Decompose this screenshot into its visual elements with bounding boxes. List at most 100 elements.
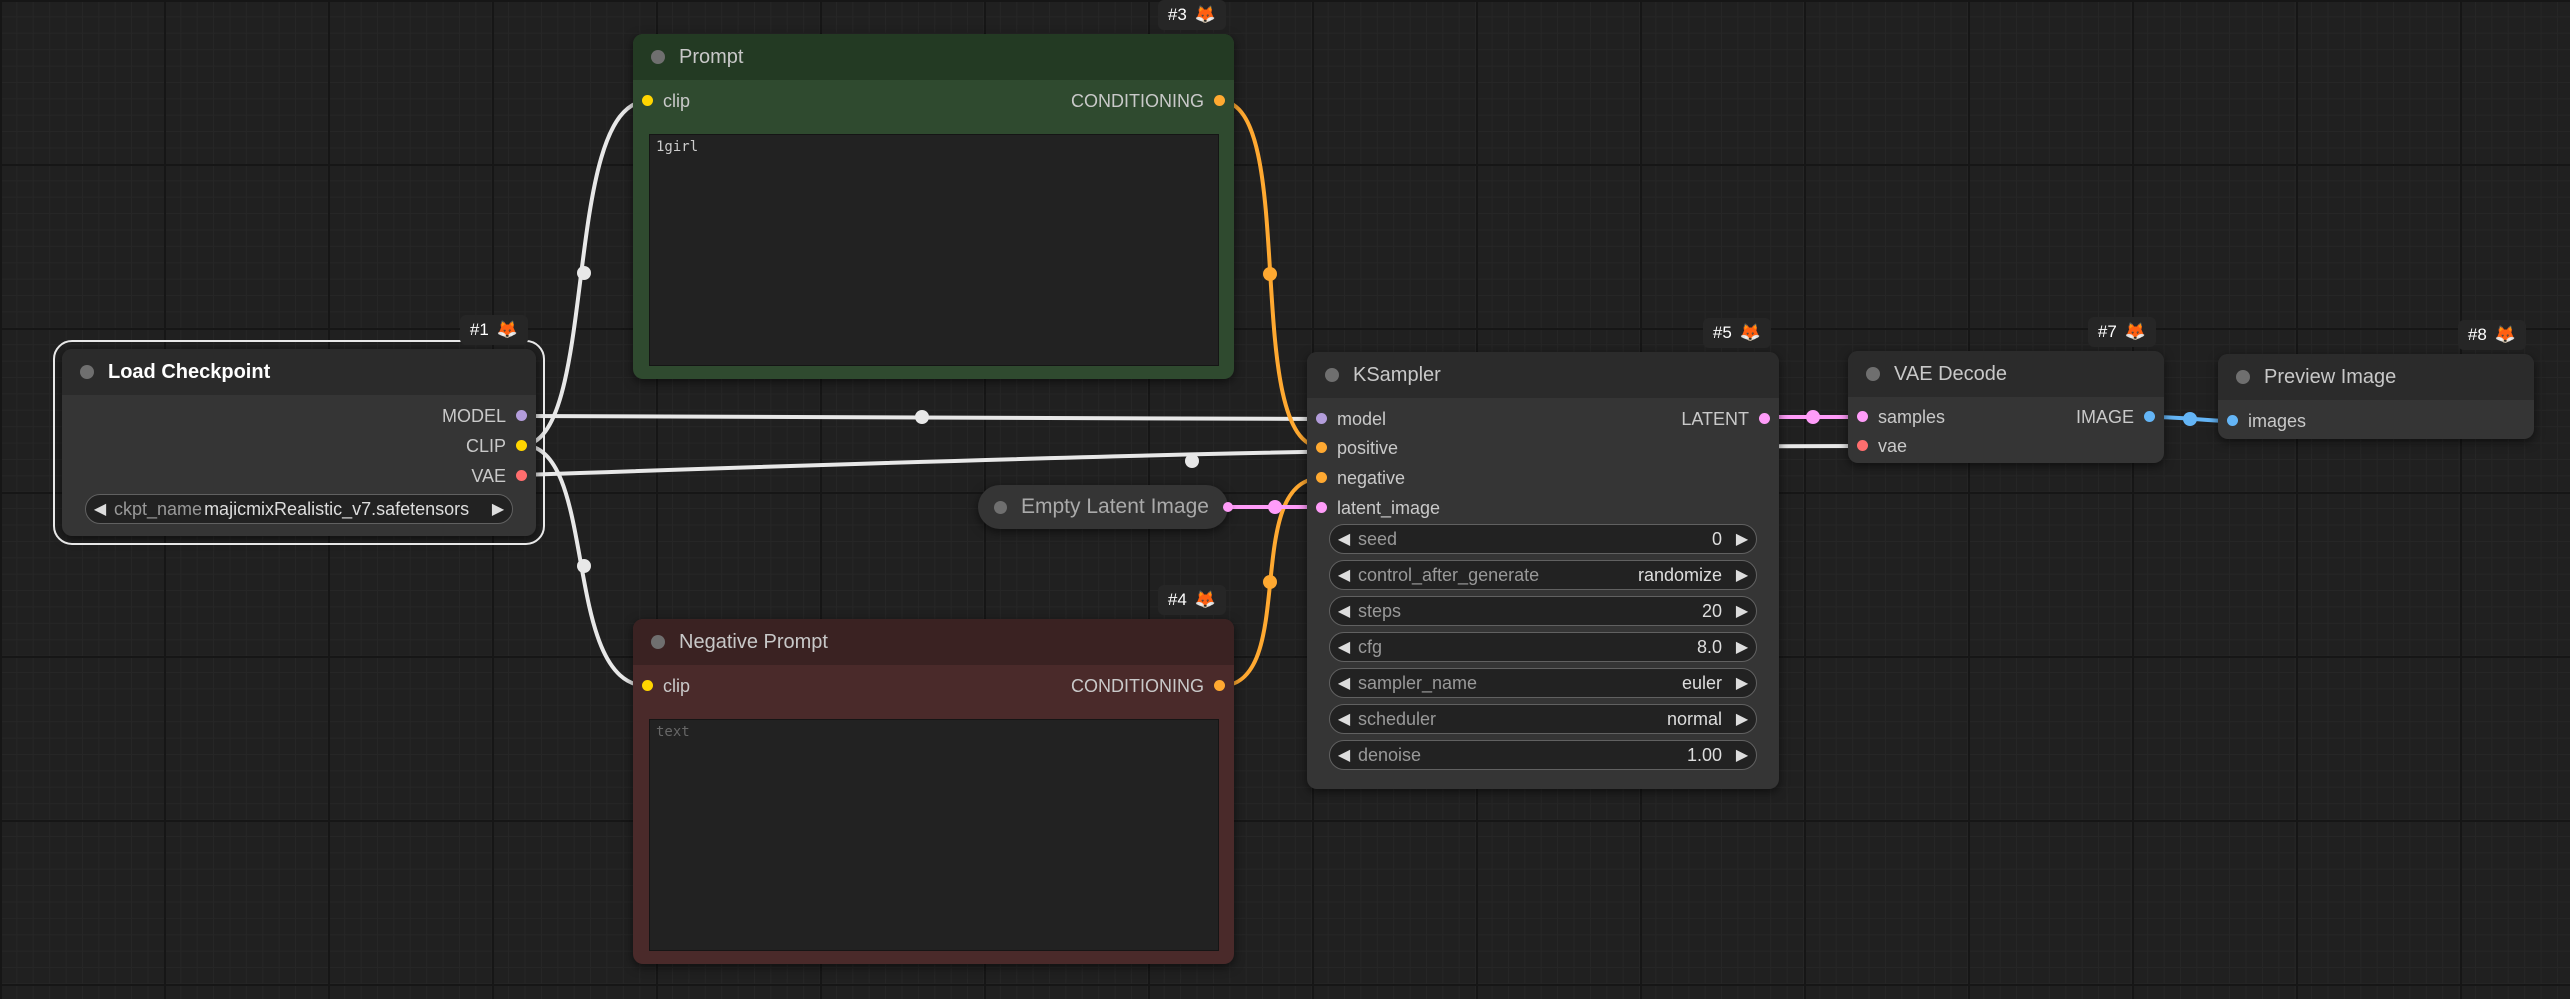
input-slot-images[interactable]: images xyxy=(2227,411,2306,432)
wire-latent-midpoint[interactable] xyxy=(1806,410,1820,424)
control-after-generate-widget[interactable]: ◀ control_after_generate randomize ▶ xyxy=(1329,560,1757,590)
node-title-bar[interactable]: VAE Decode xyxy=(1848,351,2164,397)
input-slot-samples[interactable]: samples xyxy=(1857,407,1946,428)
output-slot-conditioning[interactable]: CONDITIONING xyxy=(1071,91,1225,112)
left-arrow-icon[interactable]: ◀ xyxy=(1330,601,1358,621)
output-slot-latent[interactable]: LATENT xyxy=(1681,409,1770,430)
input-slot-clip[interactable]: clip xyxy=(642,91,690,112)
slot-dot-icon[interactable] xyxy=(1316,472,1327,483)
right-arrow-icon[interactable]: ▶ xyxy=(1728,529,1756,549)
node-negative-prompt[interactable]: #4 🦊 Negative Prompt clip CONDITIONING te… xyxy=(633,585,1234,964)
slot-dot-icon[interactable] xyxy=(516,470,527,481)
output-slot-image[interactable]: IMAGE xyxy=(2076,407,2155,428)
node-id: #3 xyxy=(1167,5,1187,24)
node-preview-image[interactable]: #8 🦊 Preview Image images xyxy=(2218,320,2534,439)
left-arrow-icon[interactable]: ◀ xyxy=(1330,745,1358,765)
slot-dot-icon[interactable] xyxy=(1857,411,1868,422)
node-empty-latent-image[interactable]: Empty Latent Image xyxy=(978,485,1233,529)
node-prompt[interactable]: #3 🦊 Prompt clip CONDITIONING 1girl xyxy=(633,0,1234,379)
node-badge: #3 🦊 xyxy=(1157,0,1226,30)
input-slot-vae[interactable]: vae xyxy=(1857,436,1907,457)
input-slot-clip[interactable]: clip xyxy=(642,676,691,697)
slot-dot-icon[interactable] xyxy=(1214,680,1225,691)
wire-image-midpoint[interactable] xyxy=(2183,412,2197,426)
collapse-dot-icon[interactable] xyxy=(1866,367,1880,381)
slot-dot-icon[interactable] xyxy=(642,680,653,691)
slot-label: clip xyxy=(663,676,691,696)
right-arrow-icon[interactable]: ▶ xyxy=(1728,745,1756,765)
wire-clip-prompt[interactable] xyxy=(521,99,649,447)
right-arrow-icon[interactable]: ▶ xyxy=(1728,709,1756,729)
slot-dot-icon[interactable] xyxy=(1316,413,1327,424)
left-arrow-icon[interactable]: ◀ xyxy=(1330,529,1358,549)
slot-dot-icon[interactable] xyxy=(2144,411,2155,422)
node-title-bar[interactable]: KSampler xyxy=(1307,352,1779,398)
output-slot-conditioning[interactable]: CONDITIONING xyxy=(1071,676,1225,697)
seed-widget[interactable]: ◀ seed 0 ▶ xyxy=(1329,524,1757,554)
prompt-text-input[interactable]: 1girl xyxy=(649,134,1219,366)
node-title-bar[interactable]: Prompt xyxy=(633,34,1234,80)
left-arrow-icon[interactable]: ◀ xyxy=(1330,709,1358,729)
node-title-bar[interactable]: Negative Prompt xyxy=(633,619,1234,665)
fox-icon: 🦊 xyxy=(1194,5,1216,24)
sampler-name-widget[interactable]: ◀ sampler_name euler ▶ xyxy=(1329,668,1757,698)
wire-model-midpoint[interactable] xyxy=(915,410,929,424)
slot-dot-icon[interactable] xyxy=(1316,502,1327,513)
collapse-dot-icon[interactable] xyxy=(80,365,94,379)
slot-label: model xyxy=(1337,409,1387,429)
collapse-dot-icon[interactable] xyxy=(994,500,1007,514)
wire-model[interactable] xyxy=(521,414,1323,421)
node-ksampler[interactable]: #5 🦊 KSampler model LATENT positive negat… xyxy=(1307,318,1779,789)
slot-label: samples xyxy=(1878,407,1946,427)
wire-vae-midpoint[interactable] xyxy=(1185,454,1199,468)
input-slot-negative[interactable]: negative xyxy=(1316,468,1405,489)
wire-clip-negative[interactable] xyxy=(521,443,649,688)
input-slot-model[interactable]: model xyxy=(1316,409,1387,430)
ckpt-name-combo[interactable]: ◀ ckpt_name majicmixRealistic_v7.safeten… xyxy=(85,494,513,524)
widget-label: steps xyxy=(1358,600,1402,621)
left-arrow-icon[interactable]: ◀ xyxy=(86,499,114,519)
scheduler-widget[interactable]: ◀ scheduler normal ▶ xyxy=(1329,704,1757,734)
left-arrow-icon[interactable]: ◀ xyxy=(1330,673,1358,693)
output-slot-vae[interactable]: VAE xyxy=(471,466,527,487)
slot-dot-icon[interactable] xyxy=(1759,413,1770,424)
slot-dot-icon[interactable] xyxy=(2227,415,2238,426)
input-slot-latent-image[interactable]: latent_image xyxy=(1316,498,1440,519)
slot-dot-icon[interactable] xyxy=(642,95,653,106)
right-arrow-icon[interactable]: ▶ xyxy=(1728,601,1756,621)
negative-prompt-text-input[interactable]: text xyxy=(649,719,1219,951)
left-arrow-icon[interactable]: ◀ xyxy=(1330,637,1358,657)
collapse-dot-icon[interactable] xyxy=(1325,368,1339,382)
cfg-widget[interactable]: ◀ cfg 8.0 ▶ xyxy=(1329,632,1757,662)
node-load-checkpoint[interactable]: #1 🦊 Load Checkpoint MODEL CLIP VAE ◀ ckp… xyxy=(53,315,545,545)
slot-dot-icon[interactable] xyxy=(1214,95,1225,106)
left-arrow-icon[interactable]: ◀ xyxy=(1330,565,1358,585)
right-arrow-icon[interactable]: ▶ xyxy=(1728,673,1756,693)
right-arrow-icon[interactable]: ▶ xyxy=(1728,565,1756,585)
wire-positive-midpoint[interactable] xyxy=(1263,267,1277,281)
collapse-dot-icon[interactable] xyxy=(651,50,665,64)
input-slot-positive[interactable]: positive xyxy=(1316,438,1398,459)
output-slot-clip[interactable]: CLIP xyxy=(466,436,527,457)
node-title-bar[interactable]: Load Checkpoint xyxy=(62,349,536,395)
collapse-dot-icon[interactable] xyxy=(2236,370,2250,384)
wire-latent-image-midpoint[interactable] xyxy=(1268,500,1282,514)
collapse-dot-icon[interactable] xyxy=(651,635,665,649)
slot-dot-icon[interactable] xyxy=(1223,502,1233,512)
node-vae-decode[interactable]: #7 🦊 VAE Decode samples IMAGE vae xyxy=(1848,317,2164,463)
right-arrow-icon[interactable]: ▶ xyxy=(1728,637,1756,657)
fox-icon: 🦊 xyxy=(2494,325,2516,344)
wire-negative-midpoint[interactable] xyxy=(1263,575,1277,589)
slot-dot-icon[interactable] xyxy=(516,440,527,451)
slot-dot-icon[interactable] xyxy=(516,410,527,421)
steps-widget[interactable]: ◀ steps 20 ▶ xyxy=(1329,596,1757,626)
denoise-widget[interactable]: ◀ denoise 1.00 ▶ xyxy=(1329,740,1757,770)
output-slot-model[interactable]: MODEL xyxy=(442,406,527,427)
widget-label: sampler_name xyxy=(1358,672,1478,693)
wire-clip-prompt-midpoint[interactable] xyxy=(577,266,591,280)
node-title-bar[interactable]: Preview Image xyxy=(2218,354,2534,400)
slot-dot-icon[interactable] xyxy=(1316,442,1327,453)
right-arrow-icon[interactable]: ▶ xyxy=(484,499,512,519)
slot-dot-icon[interactable] xyxy=(1857,440,1868,451)
wire-clip-negative-midpoint[interactable] xyxy=(577,559,591,573)
